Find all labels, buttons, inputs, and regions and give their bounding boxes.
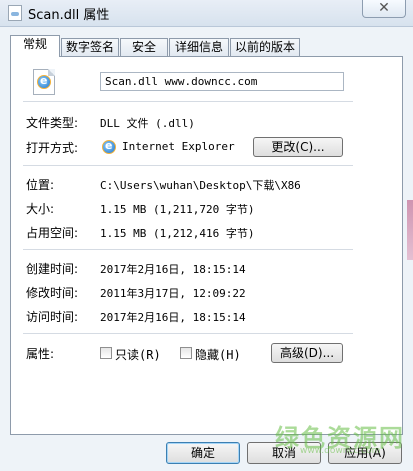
divider [23,165,353,166]
watermark-url: www.downcc.com [300,446,381,456]
ok-button[interactable]: 确定 [166,442,240,464]
close-button[interactable]: ✕ [362,0,406,18]
tab-general[interactable]: 常规 [10,35,60,57]
tab-previous-versions[interactable]: 以前的版本 [230,38,300,56]
size-label: 大小: [26,202,55,216]
window-title: Scan.dll 属性 [28,8,110,23]
opens-with-value: Internet Explorer [122,140,235,153]
tab-digital-signatures[interactable]: 数字签名 [61,38,119,56]
ie-dll-file-icon [33,69,55,95]
dll-file-icon [8,5,22,21]
internet-explorer-icon [102,139,116,154]
location-value: C:\Users\wuhan\Desktop\下载\X86 [100,179,301,192]
created-value: 2017年2月16日, 18:15:14 [100,263,246,276]
file-name-field[interactable]: Scan.dll www.downcc.com [100,72,344,91]
size-value: 1.15 MB (1,211,720 字节) [100,203,255,216]
tab-details[interactable]: 详细信息 [169,38,229,56]
advanced-button[interactable]: 高级(D)... [271,343,343,363]
change-button[interactable]: 更改(C)... [253,137,343,157]
file-type-label: 文件类型: [26,116,79,130]
location-label: 位置: [26,178,55,192]
file-type-value: DLL 文件 (.dll) [100,117,195,130]
tab-security[interactable]: 安全 [120,38,168,56]
hidden-checkbox[interactable] [180,347,192,359]
side-decoration [407,200,413,260]
attributes-label: 属性: [26,347,55,361]
readonly-label: 只读(R) [115,348,161,362]
readonly-checkbox[interactable] [100,347,112,359]
opens-with-label: 打开方式: [26,141,79,155]
modified-label: 修改时间: [26,286,79,300]
divider [23,333,353,334]
internet-explorer-icon [37,74,51,89]
accessed-label: 访问时间: [26,310,79,324]
modified-value: 2011年3月17日, 12:09:22 [100,287,246,300]
general-panel: Scan.dll www.downcc.com 文件类型: DLL 文件 (.d… [10,56,403,435]
accessed-value: 2017年2月16日, 18:15:14 [100,311,246,324]
divider [23,249,353,250]
divider [23,101,353,102]
title-bar: Scan.dll 属性 ✕ [0,0,413,27]
size-on-disk-label: 占用空间: [26,226,79,240]
hidden-label: 隐藏(H) [195,348,241,362]
size-on-disk-value: 1.15 MB (1,212,416 字节) [100,227,255,240]
created-label: 创建时间: [26,262,79,276]
